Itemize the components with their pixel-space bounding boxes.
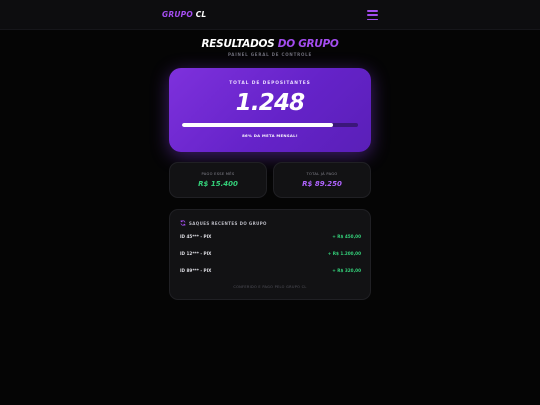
- recent-withdrawals-header: SAQUES RECENTES DO GRUPO: [180, 220, 267, 226]
- paid-this-month-value: R$ 15.400: [198, 180, 238, 188]
- withdrawal-id: ID 12*** - PIX: [180, 251, 212, 256]
- logo[interactable]: GRUPO CL: [162, 10, 206, 19]
- withdrawal-row: ID 45*** - PIX + R$ 450,00: [180, 234, 361, 242]
- menu-line: [367, 10, 378, 12]
- total-paid-value: R$ 89.250: [302, 180, 342, 188]
- withdrawal-id: ID 45*** - PIX: [180, 234, 212, 239]
- withdrawal-row: ID 89*** - PIX + R$ 320,00: [180, 268, 361, 276]
- page-title-part1: RESULTADOS: [201, 38, 275, 50]
- total-paid-label: TOTAL JÁ PAGO: [306, 172, 338, 176]
- paid-this-month-card: PAGO ESSE MÊS R$ 15.400: [169, 162, 267, 198]
- logo-text-cl: CL: [195, 10, 207, 19]
- logo-text-grupo: GRUPO: [162, 10, 193, 19]
- depositors-value: 1.248: [235, 90, 306, 116]
- total-paid-card: TOTAL JÁ PAGO R$ 89.250: [273, 162, 371, 198]
- menu-line: [367, 18, 378, 20]
- page-title: RESULTADOS DO GRUPO: [0, 38, 540, 50]
- withdrawal-id: ID 89*** - PIX: [180, 268, 212, 273]
- goal-progress-fill: [182, 123, 334, 127]
- hamburger-menu-icon[interactable]: [367, 10, 378, 20]
- page-subtitle: PAINEL GERAL DE CONTROLE: [227, 52, 313, 57]
- depositors-card: TOTAL DE DEPOSITANTES 1.248 86% DA META …: [169, 68, 371, 152]
- recent-withdrawals-card: SAQUES RECENTES DO GRUPO ID 45*** - PIX …: [169, 209, 371, 300]
- withdrawal-row: ID 12*** - PIX + R$ 1.200,00: [180, 251, 361, 259]
- goal-progress-bar: [182, 123, 358, 127]
- withdrawal-amount: + R$ 450,00: [332, 234, 361, 239]
- refresh-icon: [180, 220, 186, 226]
- paid-this-month-label: PAGO ESSE MÊS: [201, 172, 235, 176]
- depositors-label: TOTAL DE DEPOSITANTES: [229, 81, 311, 86]
- recent-withdrawals-title: SAQUES RECENTES DO GRUPO: [189, 220, 267, 226]
- withdrawal-amount: + R$ 320,00: [332, 268, 361, 273]
- withdrawal-amount: + R$ 1.200,00: [327, 251, 361, 256]
- app-header: GRUPO CL: [0, 0, 540, 30]
- menu-line: [367, 14, 378, 16]
- page-title-part2: DO GRUPO: [277, 38, 339, 50]
- goal-progress-caption: 86% DA META MENSAL!: [242, 133, 298, 138]
- withdrawals-footer-note: CONFERIDO E PAGO PELO GRUPO CL: [233, 285, 307, 289]
